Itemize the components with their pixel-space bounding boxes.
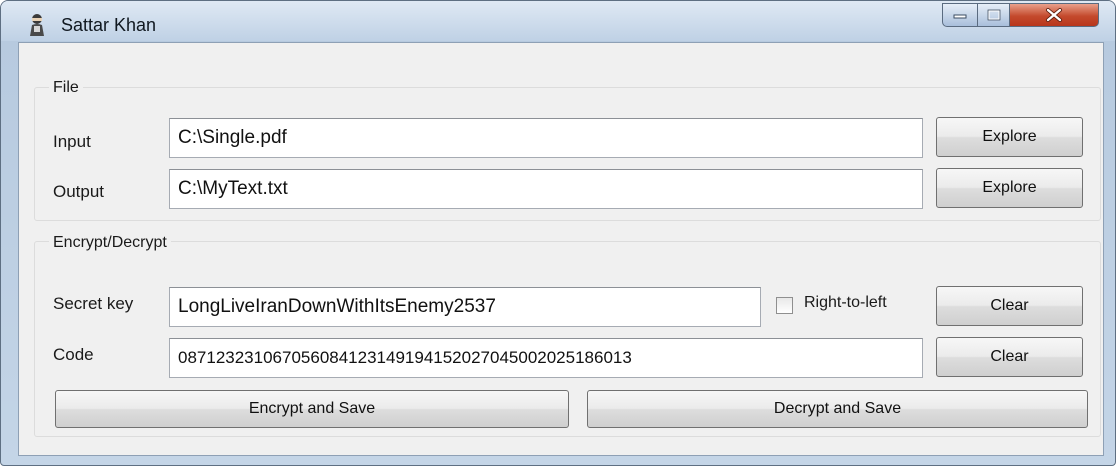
secret-key-clear-button[interactable]: Clear xyxy=(936,286,1083,326)
right-to-left-label[interactable]: Right-to-left xyxy=(804,294,887,312)
encrypt-and-save-button[interactable]: Encrypt and Save xyxy=(55,390,569,428)
minimize-button[interactable] xyxy=(942,3,978,27)
maximize-icon xyxy=(987,9,1000,21)
encrypt-group-title: Encrypt/Decrypt xyxy=(49,234,171,252)
decrypt-and-save-button[interactable]: Decrypt and Save xyxy=(587,390,1088,428)
right-to-left-checkbox[interactable] xyxy=(776,297,793,314)
client-area: File Input C:\Single.pdf Explore Output … xyxy=(18,42,1104,456)
maximize-button[interactable] xyxy=(977,3,1010,27)
code-clear-button[interactable]: Clear xyxy=(936,337,1083,377)
window-title: Sattar Khan xyxy=(61,15,157,35)
output-path-field[interactable]: C:\MyText.txt xyxy=(169,169,923,209)
output-label: Output xyxy=(53,182,105,201)
code-field[interactable]: 0871232310670560841231491941520270450020… xyxy=(169,338,923,378)
input-path-field[interactable]: C:\Single.pdf xyxy=(169,118,923,158)
input-explore-button[interactable]: Explore xyxy=(936,117,1083,157)
app-figure-icon xyxy=(30,14,44,36)
output-explore-button[interactable]: Explore xyxy=(936,168,1083,208)
secret-key-field[interactable]: LongLiveIranDownWithItsEnemy2537 xyxy=(169,287,761,327)
secret-key-label: Secret key xyxy=(53,294,134,313)
minimize-icon xyxy=(953,14,967,19)
code-label: Code xyxy=(53,345,94,364)
input-label: Input xyxy=(53,132,91,151)
close-icon xyxy=(1046,8,1062,22)
title-bar[interactable]: Sattar Khan xyxy=(1,1,1115,41)
close-button[interactable] xyxy=(1009,3,1099,27)
file-group-title: File xyxy=(49,79,83,97)
